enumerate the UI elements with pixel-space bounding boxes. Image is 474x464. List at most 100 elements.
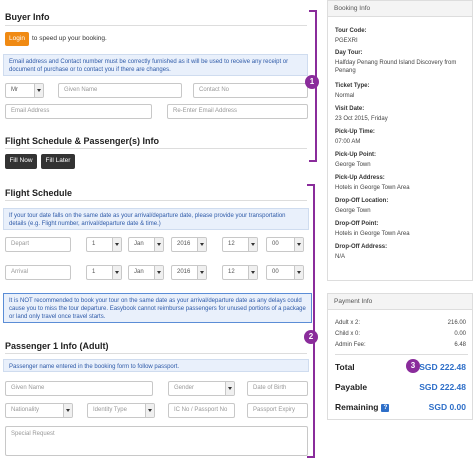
buyer-info-title: Buyer Info bbox=[5, 12, 50, 22]
chevron-down-icon bbox=[145, 404, 154, 417]
passport-expiry-input[interactable]: Passport Expiry bbox=[247, 403, 308, 418]
passenger-title: Passenger 1 Info (Adult) bbox=[5, 341, 109, 351]
arrival-month-value: Jan bbox=[134, 269, 144, 275]
depart-hour-select[interactable]: 12 bbox=[222, 237, 258, 252]
divider bbox=[335, 354, 468, 355]
chevron-down-icon bbox=[248, 266, 257, 279]
payable-label: Payable bbox=[335, 382, 368, 392]
help-icon[interactable]: ? bbox=[381, 403, 390, 412]
booking-info-panel: Booking Info Tour Code: PGEXRI Day Tour:… bbox=[327, 0, 473, 281]
chevron-down-icon bbox=[225, 382, 234, 395]
visit-date-value: 23 Oct 2015, Friday bbox=[335, 116, 388, 122]
dropoff-point-value: Hotels in George Town Area bbox=[335, 231, 410, 237]
callout-marker-3: 3 bbox=[406, 359, 420, 373]
payable-row: Payable SGD 222.48 bbox=[335, 382, 466, 392]
title-select[interactable]: Mr bbox=[5, 83, 44, 98]
child-row: Child x 0: 0.00 bbox=[335, 331, 466, 337]
arrival-minute-select[interactable]: 00 bbox=[266, 265, 304, 280]
given-name-input[interactable]: Given Name bbox=[58, 83, 182, 98]
pickup-address-value: Hotels in George Town Area bbox=[335, 185, 410, 191]
total-value: SGD 222.48 bbox=[419, 362, 466, 372]
identity-type-select[interactable]: Identity Type bbox=[87, 403, 155, 418]
arrival-hour-value: 12 bbox=[228, 269, 235, 275]
arrival-month-select[interactable]: Jan bbox=[128, 265, 164, 280]
booking-info-title: Booking Info bbox=[328, 1, 472, 17]
login-button[interactable]: Login bbox=[5, 32, 29, 46]
admin-fee-value: 6.48 bbox=[454, 342, 466, 348]
ticket-type-value: Normal bbox=[335, 93, 355, 99]
depart-day-select[interactable]: 1 bbox=[86, 237, 122, 252]
dob-input[interactable]: Date of Birth bbox=[247, 381, 308, 396]
depart-year-select[interactable]: 2016 bbox=[171, 237, 207, 252]
fill-now-button[interactable]: Fill Now bbox=[5, 154, 37, 169]
flight-schedule-title: Flight Schedule bbox=[5, 188, 73, 198]
arrival-hour-select[interactable]: 12 bbox=[222, 265, 258, 280]
passenger-notice: Passenger name entered in the booking fo… bbox=[3, 359, 309, 372]
chevron-down-icon bbox=[112, 266, 121, 279]
dropoff-location-value: George Town bbox=[335, 208, 371, 214]
arrival-day-value: 1 bbox=[92, 269, 96, 275]
callout-marker-1: 1 bbox=[305, 75, 319, 89]
tour-code-value: PGEXRI bbox=[335, 38, 358, 44]
payment-info-panel: Payment Info Adult x 2: 216.00 Child x 0… bbox=[327, 293, 473, 420]
visit-date-label: Visit Date: bbox=[335, 106, 365, 112]
ticket-type-label: Ticket Type: bbox=[335, 83, 370, 89]
chevron-down-icon bbox=[294, 266, 303, 279]
remaining-label: Remaining bbox=[335, 402, 379, 412]
flight-passenger-title: Flight Schedule & Passenger(s) Info bbox=[5, 136, 160, 146]
dropoff-point-label: Drop-Off Point: bbox=[335, 221, 379, 227]
depart-minute-value: 00 bbox=[272, 241, 279, 247]
identity-type-select-value: Identity Type bbox=[93, 407, 127, 413]
remaining-row: Remaining? SGD 0.00 bbox=[335, 402, 466, 412]
arrival-day-select[interactable]: 1 bbox=[86, 265, 122, 280]
day-tour-value: Halfday Penang Round Island Discovery fr… bbox=[335, 60, 457, 74]
pickup-time-value: 07:00 AM bbox=[335, 139, 361, 145]
pickup-time-label: Pick-Up Time: bbox=[335, 129, 375, 135]
callout-bracket bbox=[307, 184, 315, 458]
depart-month-select[interactable]: Jan bbox=[128, 237, 164, 252]
nationality-select-value: Nationality bbox=[11, 407, 40, 413]
pickup-point-label: Pick-Up Point: bbox=[335, 152, 377, 158]
special-request-textarea[interactable]: Special Request bbox=[5, 426, 308, 456]
fill-later-button[interactable]: Fill Later bbox=[41, 154, 75, 169]
pickup-address-label: Pick-Up Address: bbox=[335, 175, 385, 181]
title-select-value: Mr bbox=[11, 87, 18, 93]
arrival-year-value: 2016 bbox=[177, 269, 191, 275]
buyer-notice: Email address and Contact number must be… bbox=[3, 54, 308, 76]
pickup-point-value: George Town bbox=[335, 162, 371, 168]
ic-passport-input[interactable]: IC No / Passport No bbox=[168, 403, 235, 418]
depart-day-value: 1 bbox=[92, 241, 96, 247]
dropoff-address-label: Drop-Off Address: bbox=[335, 244, 388, 250]
gender-select[interactable]: Gender bbox=[168, 381, 235, 396]
payment-info-title: Payment Info bbox=[328, 294, 472, 310]
payable-value: SGD 222.48 bbox=[419, 382, 466, 392]
total-label: Total bbox=[335, 362, 355, 372]
depart-input[interactable]: Depart bbox=[5, 237, 71, 252]
divider bbox=[5, 25, 307, 26]
depart-minute-select[interactable]: 00 bbox=[266, 237, 304, 252]
admin-fee-row: Admin Fee: 6.48 bbox=[335, 342, 466, 348]
dropoff-address-value: N/A bbox=[335, 254, 346, 260]
depart-hour-value: 12 bbox=[228, 241, 235, 247]
adult-row: Adult x 2: 216.00 bbox=[335, 320, 466, 326]
chevron-down-icon bbox=[154, 238, 163, 251]
passenger-given-name-input[interactable]: Given Name bbox=[5, 381, 153, 396]
arrival-input[interactable]: Arrival bbox=[5, 265, 71, 280]
child-label: Child x 0: bbox=[335, 331, 361, 337]
chevron-down-icon bbox=[34, 84, 43, 97]
callout-marker-2: 2 bbox=[304, 330, 318, 344]
dropoff-location-label: Drop-Off Location: bbox=[335, 198, 389, 204]
chevron-down-icon bbox=[63, 404, 72, 417]
chevron-down-icon bbox=[197, 238, 206, 251]
day-tour-label: Day Tour: bbox=[335, 50, 363, 56]
divider bbox=[5, 200, 307, 201]
divider bbox=[5, 353, 307, 354]
nationality-select[interactable]: Nationality bbox=[5, 403, 73, 418]
tour-code-label: Tour Code: bbox=[335, 28, 367, 34]
arrival-year-select[interactable]: 2016 bbox=[171, 265, 207, 280]
contact-input[interactable]: Contact No bbox=[193, 83, 308, 98]
chevron-down-icon bbox=[112, 238, 121, 251]
email-input[interactable]: Email Address bbox=[5, 104, 152, 119]
reenter-email-input[interactable]: Re-Enter Email Address bbox=[167, 104, 308, 119]
chevron-down-icon bbox=[197, 266, 206, 279]
